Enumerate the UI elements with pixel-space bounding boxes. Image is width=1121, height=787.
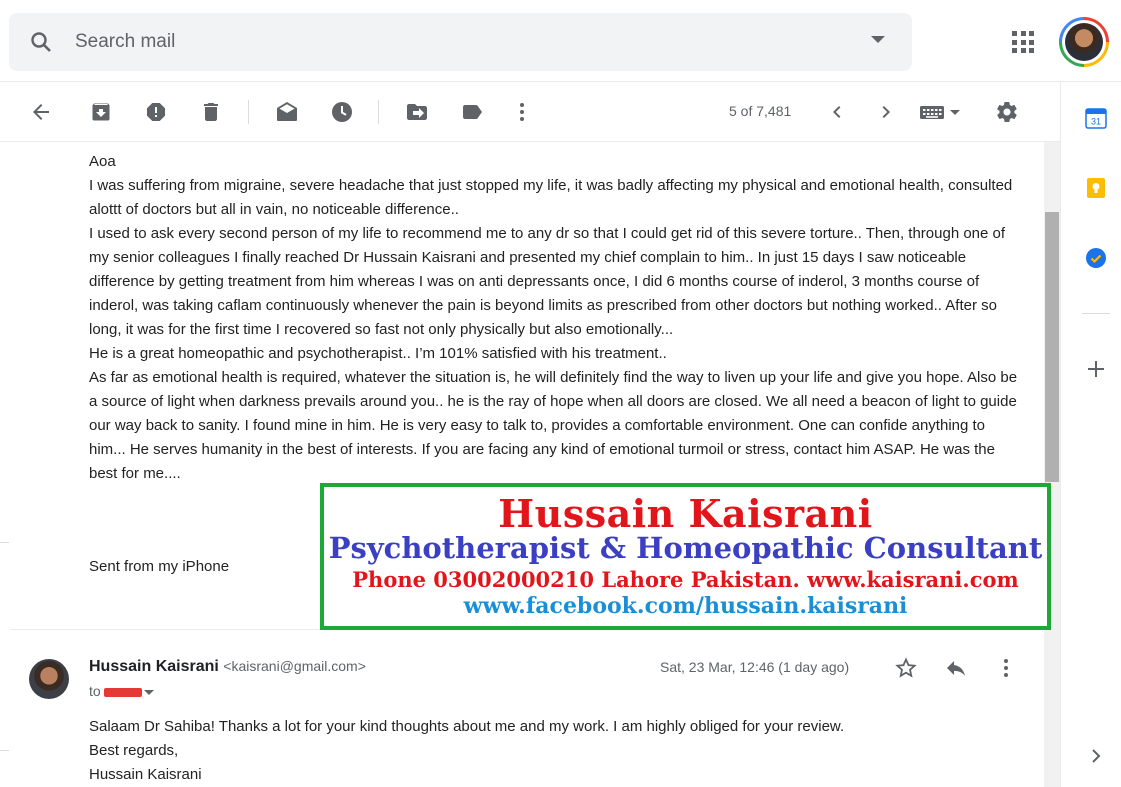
archive-icon[interactable] <box>89 100 113 124</box>
move-to-icon[interactable] <box>405 100 429 124</box>
star-icon[interactable] <box>894 656 918 680</box>
add-icon[interactable] <box>1085 358 1107 380</box>
scrollbar-thumb[interactable] <box>1045 212 1059 482</box>
sender-line: Hussain Kaisrani <kaisrani@gmail.com> <box>89 658 366 676</box>
side-panel-divider <box>1082 313 1110 314</box>
message-thread: Aoa I was suffering from migraine, sever… <box>0 142 1044 787</box>
left-divider <box>0 750 9 751</box>
back-arrow-icon[interactable] <box>29 100 53 124</box>
svg-text:31: 31 <box>1091 117 1101 127</box>
scrollbar[interactable] <box>1044 142 1060 787</box>
newer-chevron-left-icon[interactable] <box>825 100 849 124</box>
side-panel: 31 <box>1060 82 1121 787</box>
search-options-chevron-down-icon[interactable] <box>871 36 885 43</box>
banner-title: Psychotherapist & Homeopathic Consultant <box>328 531 1043 565</box>
search-bar[interactable] <box>9 13 912 71</box>
to-label: to <box>89 683 101 699</box>
gear-icon[interactable] <box>995 100 1019 124</box>
banner-facebook: www.facebook.com/hussain.kaisrani <box>463 593 908 619</box>
reply-icon[interactable] <box>944 656 968 680</box>
report-spam-icon[interactable] <box>144 100 168 124</box>
sender-name[interactable]: Hussain Kaisrani <box>89 658 219 675</box>
watermark-banner: Hussain Kaisrani Psychotherapist & Homeo… <box>320 483 1051 630</box>
keyboard-icon[interactable] <box>919 100 963 124</box>
tasks-icon[interactable] <box>1085 247 1107 269</box>
message-toolbar: 5 of 7,481 <box>0 82 1060 142</box>
reply-line: Hussain Kaisrani <box>89 766 202 783</box>
reply-line: Salaam Dr Sahiba! Thanks a lot for your … <box>89 718 845 735</box>
message-line: As far as emotional health is required, … <box>89 369 1018 482</box>
redacted-recipient <box>103 687 142 697</box>
more-vert-icon[interactable] <box>510 100 534 124</box>
avatar[interactable] <box>29 659 69 699</box>
calendar-icon[interactable]: 31 <box>1085 107 1107 129</box>
message-line: I was suffering from migraine, severe he… <box>89 177 1013 218</box>
keep-icon[interactable] <box>1085 177 1107 199</box>
mark-unread-icon[interactable] <box>275 100 299 124</box>
message-body: Aoa I was suffering from migraine, sever… <box>89 150 1024 486</box>
banner-name: Hussain Kaisrani <box>498 491 873 536</box>
chevron-right-icon[interactable] <box>1085 745 1107 767</box>
account-avatar[interactable] <box>1059 17 1109 67</box>
avatar-photo <box>1065 23 1103 61</box>
signature-text: Sent from my iPhone <box>89 558 230 575</box>
left-divider <box>0 542 9 543</box>
recipient-details-chevron-down-icon[interactable] <box>143 689 154 695</box>
reply-line: Best regards, <box>89 742 179 759</box>
toolbar-divider <box>248 100 249 124</box>
message-line: He is a great homeopathic and psychother… <box>89 345 667 362</box>
reply-body: Salaam Dr Sahiba! Thanks a lot for your … <box>89 715 844 787</box>
label-icon[interactable] <box>460 100 484 124</box>
toolbar-divider <box>378 100 379 124</box>
message-line: Aoa <box>89 153 116 170</box>
apps-grid-icon[interactable] <box>1012 31 1034 53</box>
banner-contact: Phone 03002000210 Lahore Pakistan. www.k… <box>352 567 1019 592</box>
message-line: I used to ask every second person of my … <box>89 225 1006 338</box>
sender-email: <kaisrani@gmail.com> <box>223 658 366 674</box>
search-icon[interactable] <box>29 30 53 54</box>
delete-icon[interactable] <box>199 100 223 124</box>
snooze-icon[interactable] <box>330 100 354 124</box>
more-vert-icon[interactable] <box>994 656 1018 680</box>
recipient-line[interactable]: to <box>89 683 154 699</box>
top-bar <box>0 0 1121 82</box>
search-input[interactable] <box>75 27 835 57</box>
message-counter: 5 of 7,481 <box>729 103 792 119</box>
message-date: Sat, 23 Mar, 12:46 (1 day ago) <box>660 659 850 675</box>
older-chevron-right-icon[interactable] <box>874 100 898 124</box>
